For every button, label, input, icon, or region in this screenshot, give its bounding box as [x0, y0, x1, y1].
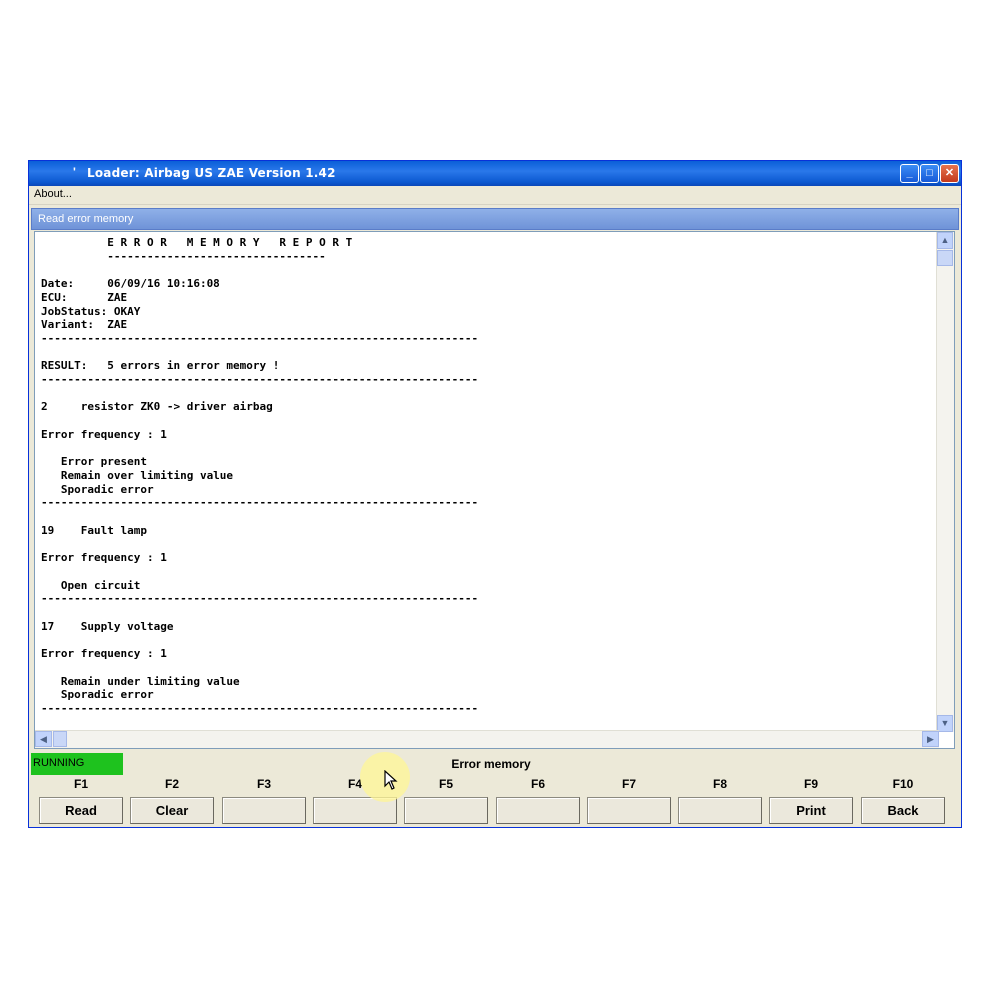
report-line: E R R O R M E M O R Y R E P O R T — [41, 236, 353, 249]
fkey-button-f3[interactable] — [222, 797, 306, 824]
report-line: ECU: ZAE — [41, 290, 128, 304]
status-bar: RUNNING Error memory — [31, 753, 959, 775]
status-caption: Error memory — [451, 757, 531, 771]
fkey-button-f10[interactable]: Back — [861, 797, 945, 824]
app-icon[interactable]: ' — [73, 165, 76, 179]
report-line: Error frequency : 1 — [41, 647, 167, 661]
report-line: Remain under limiting value — [41, 674, 240, 688]
report-line: ----------------------------------------… — [41, 592, 479, 606]
fkey-label-f3: F3 — [256, 777, 271, 791]
title-bar[interactable]: ' Loader: Airbag US ZAE Version 1.42 _ □… — [29, 161, 961, 186]
report-line: Error frequency : 1 — [41, 427, 167, 441]
report-line: Sporadic error — [41, 482, 154, 496]
fkey-label-f1: F1 — [73, 777, 88, 791]
report-line: JobStatus: OKAY — [41, 304, 141, 318]
fkey-button-f2[interactable]: Clear — [130, 797, 214, 824]
report-line: Remain over limiting value — [41, 468, 234, 482]
report-line: ----------------------------------------… — [41, 331, 479, 345]
maximize-button[interactable]: □ — [920, 164, 939, 183]
fkey-label-f5: F5 — [438, 777, 453, 791]
mouse-cursor-highlight — [360, 752, 410, 802]
fkey-label-f6: F6 — [530, 777, 545, 791]
status-running-badge: RUNNING — [31, 753, 123, 775]
report-line: 17 Supply voltage — [41, 619, 174, 633]
report-line: Error frequency : 1 — [41, 551, 167, 565]
horizontal-scrollbar[interactable]: ◀ ▶ — [35, 730, 939, 748]
fkey-button-f7[interactable] — [587, 797, 671, 824]
report-line: ----------------------------------------… — [41, 701, 479, 715]
vertical-scroll-thumb[interactable] — [937, 250, 953, 266]
scroll-left-icon[interactable]: ◀ — [35, 731, 52, 747]
vertical-scrollbar[interactable]: ▲ ▼ — [936, 232, 954, 732]
panel-header: Read error memory — [31, 208, 959, 230]
mouse-pointer-icon — [384, 770, 398, 790]
report-line: Open circuit — [41, 578, 141, 592]
report-line: Sporadic error — [41, 688, 154, 702]
fkey-label-f7: F7 — [621, 777, 636, 791]
fkey-label-f10: F10 — [892, 777, 914, 791]
app-window: ' Loader: Airbag US ZAE Version 1.42 _ □… — [28, 160, 962, 828]
report-line: Date: 06/09/16 10:16:08 — [41, 277, 220, 291]
fkey-button-f1[interactable]: Read — [39, 797, 123, 824]
minimize-button[interactable]: _ — [900, 164, 919, 183]
report-line: ----------------------------------------… — [41, 373, 479, 387]
window-title: Loader: Airbag US ZAE Version 1.42 — [87, 166, 336, 180]
fkey-button-f6[interactable] — [496, 797, 580, 824]
report-line: 19 Fault lamp — [41, 523, 147, 537]
menu-bar: About... — [29, 186, 961, 205]
report-line: --------------------------------- — [41, 249, 326, 263]
menu-about[interactable]: About... — [34, 188, 72, 200]
scroll-down-icon[interactable]: ▼ — [937, 715, 953, 732]
close-button[interactable]: ✕ — [940, 164, 959, 183]
scroll-right-icon[interactable]: ▶ — [922, 731, 939, 747]
report-line: RESULT: 5 errors in error memory ! — [41, 359, 280, 373]
horizontal-scroll-thumb[interactable] — [53, 731, 67, 747]
fkey-button-f8[interactable] — [678, 797, 762, 824]
fkey-label-f8: F8 — [712, 777, 727, 791]
fkey-button-f9[interactable]: Print — [769, 797, 853, 824]
fkey-label-f9: F9 — [803, 777, 818, 791]
panel-title: Read error memory — [38, 213, 134, 225]
report-line: Variant: ZAE — [41, 318, 128, 332]
report-line: ----------------------------------------… — [41, 496, 479, 510]
report-area[interactable]: E R R O R M E M O R Y R E P O R T ------… — [34, 231, 955, 749]
fkey-button-f5[interactable] — [404, 797, 488, 824]
report-text: E R R O R M E M O R Y R E P O R T ------… — [41, 236, 478, 743]
scroll-up-icon[interactable]: ▲ — [937, 232, 953, 249]
report-line: Error present — [41, 455, 147, 469]
report-line: 2 resistor ZK0 -> driver airbag — [41, 400, 273, 414]
fkey-label-f2: F2 — [164, 777, 179, 791]
